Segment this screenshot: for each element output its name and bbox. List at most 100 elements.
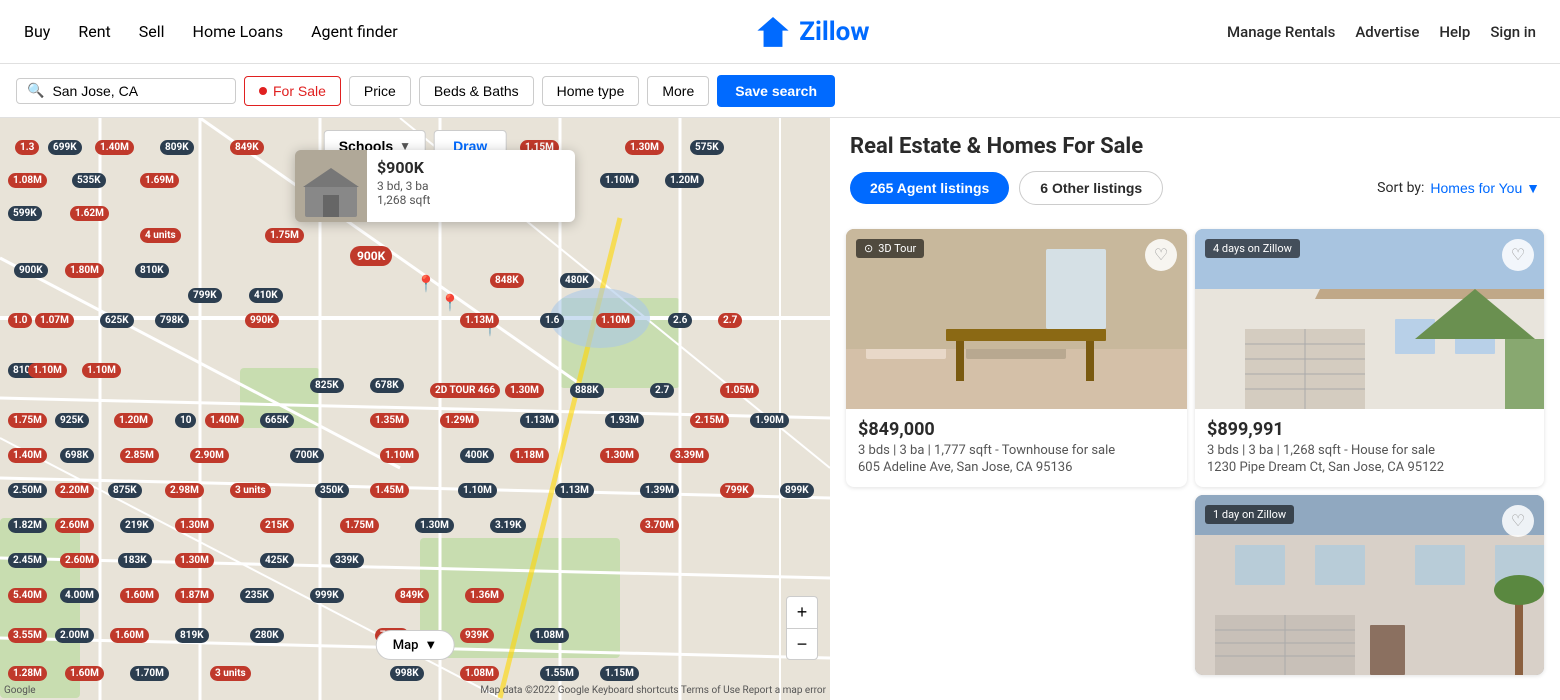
price-marker[interactable]: 350K	[315, 483, 349, 498]
price-marker[interactable]: 678K	[370, 378, 404, 393]
price-marker[interactable]: 1.70M	[130, 666, 169, 681]
price-marker[interactable]: 400K	[460, 448, 494, 463]
price-marker[interactable]: 809K	[160, 140, 194, 155]
price-marker[interactable]: 2D TOUR 466	[430, 383, 500, 398]
price-marker[interactable]: 1.20M	[114, 413, 153, 428]
price-marker[interactable]: 3.39M	[670, 448, 709, 463]
price-marker[interactable]: 1.08M	[8, 173, 47, 188]
price-marker[interactable]: 1.93M	[605, 413, 644, 428]
price-marker[interactable]: 3.55M	[8, 628, 47, 643]
price-marker[interactable]: 1.30M	[625, 140, 664, 155]
nav-sell[interactable]: Sell	[139, 22, 165, 41]
price-marker[interactable]: 10	[175, 413, 196, 428]
agent-listings-tab[interactable]: 265 Agent listings	[850, 172, 1009, 204]
price-marker[interactable]: 1.60M	[65, 666, 104, 681]
price-marker[interactable]: 2.98M	[165, 483, 204, 498]
price-marker[interactable]: 3.70M	[640, 518, 679, 533]
nav-help[interactable]: Help	[1439, 23, 1470, 41]
price-marker[interactable]: 699K	[48, 140, 82, 155]
listing-card-3[interactable]: 1 day on Zillow ♡	[1195, 495, 1544, 675]
price-marker[interactable]: 990K	[245, 313, 279, 328]
price-marker[interactable]: 1.10M	[380, 448, 419, 463]
nav-home-loans[interactable]: Home Loans	[193, 22, 284, 41]
price-marker[interactable]: 2.7	[650, 383, 674, 398]
price-marker[interactable]: 1.75M	[8, 413, 47, 428]
price-marker[interactable]: 1.69M	[140, 173, 179, 188]
price-marker[interactable]: 2.50M	[8, 483, 47, 498]
favorite-button-3[interactable]: ♡	[1502, 505, 1534, 537]
price-marker[interactable]: 999K	[310, 588, 344, 603]
price-marker[interactable]: 810K	[135, 263, 169, 278]
price-marker[interactable]: 1.08M	[460, 666, 499, 681]
map-area[interactable]: 1.3 699K 1.40M 809K 849K 897K 1.05M 1.15…	[0, 118, 830, 700]
price-marker[interactable]: 235K	[240, 588, 274, 603]
nav-agent-finder[interactable]: Agent finder	[311, 22, 398, 41]
listing-card[interactable]: ⊙ 3D Tour ♡ $849,000 3 bds | 3 ba | 1,77…	[846, 229, 1187, 487]
price-marker[interactable]: 1.6	[540, 313, 564, 328]
price-marker[interactable]: 1.05M	[720, 383, 759, 398]
other-listings-tab[interactable]: 6 Other listings	[1019, 171, 1163, 205]
price-marker[interactable]: 1.10M	[600, 173, 639, 188]
price-marker[interactable]: 2.20M	[55, 483, 94, 498]
price-marker[interactable]: 535K	[72, 173, 106, 188]
nav-advertise[interactable]: Advertise	[1355, 23, 1419, 41]
price-marker[interactable]: 1.87M	[175, 588, 214, 603]
price-marker[interactable]: 480K	[560, 273, 594, 288]
price-marker[interactable]: 1.55M	[540, 666, 579, 681]
price-marker[interactable]: 1.28M	[8, 666, 47, 681]
price-marker[interactable]: 1.40M	[95, 140, 134, 155]
price-marker[interactable]: 1.35M	[370, 413, 409, 428]
beds-baths-filter[interactable]: Beds & Baths	[419, 76, 534, 106]
price-marker[interactable]: 1.30M	[415, 518, 454, 533]
price-marker[interactable]: 1.08M	[530, 628, 569, 643]
price-marker[interactable]: 1.62M	[70, 206, 109, 221]
price-marker[interactable]: 410K	[249, 288, 283, 303]
price-marker[interactable]: 698K	[60, 448, 94, 463]
price-marker[interactable]: 1.40M	[205, 413, 244, 428]
save-search-button[interactable]: Save search	[717, 75, 835, 107]
price-marker[interactable]: 183K	[118, 553, 152, 568]
price-marker[interactable]: 939K	[460, 628, 494, 643]
price-marker[interactable]: 1.13M	[460, 313, 499, 328]
price-marker[interactable]: 339K	[330, 553, 364, 568]
price-marker[interactable]: 4 units	[140, 228, 181, 243]
price-marker[interactable]: 1.39M	[640, 483, 679, 498]
nav-manage-rentals[interactable]: Manage Rentals	[1227, 23, 1335, 41]
price-marker[interactable]: 3.19K	[490, 518, 526, 533]
price-marker[interactable]: 1.10M	[596, 313, 635, 328]
map-pin[interactable]: 📍	[440, 293, 460, 312]
zoom-out-button[interactable]: −	[786, 628, 818, 660]
price-marker[interactable]: 665K	[260, 413, 294, 428]
price-marker[interactable]: 1.60M	[120, 588, 159, 603]
price-marker[interactable]: 575K	[690, 140, 724, 155]
price-marker[interactable]: 1.30M	[175, 518, 214, 533]
listing-card-2[interactable]: 4 days on Zillow ♡ $899,991 3 bds | 3 ba…	[1195, 229, 1544, 487]
price-marker[interactable]: 1.15M	[600, 666, 639, 681]
price-marker[interactable]: 2.90M	[190, 448, 229, 463]
price-marker[interactable]: 899K	[780, 483, 814, 498]
price-marker[interactable]: 1.75M	[340, 518, 379, 533]
price-marker[interactable]: 1.36M	[465, 588, 504, 603]
price-marker[interactable]: 900K	[14, 263, 48, 278]
price-marker[interactable]: 798K	[155, 313, 189, 328]
price-marker[interactable]: 1.75M	[265, 228, 304, 243]
price-marker[interactable]: 3 units	[230, 483, 271, 498]
sort-select[interactable]: Homes for You ▼	[1430, 180, 1540, 196]
price-marker[interactable]: 1.20M	[665, 173, 704, 188]
price-marker[interactable]: 1.60M	[110, 628, 149, 643]
favorite-button-2[interactable]: ♡	[1502, 239, 1534, 271]
price-marker[interactable]: 4.00M	[60, 588, 99, 603]
price-marker[interactable]: 2.7	[718, 313, 742, 328]
nav-sign-in[interactable]: Sign in	[1490, 23, 1536, 41]
price-marker[interactable]: 2.6	[668, 313, 692, 328]
search-input[interactable]	[52, 83, 225, 99]
price-marker[interactable]: 2.60M	[55, 518, 94, 533]
price-marker[interactable]: 799K	[188, 288, 222, 303]
price-marker[interactable]: 1.0	[8, 313, 32, 328]
price-marker[interactable]: 3 units	[210, 666, 251, 681]
price-marker[interactable]: 1.82M	[8, 518, 47, 533]
price-marker[interactable]: 848K	[490, 273, 524, 288]
price-marker[interactable]: 1.40M	[8, 448, 47, 463]
home-type-filter[interactable]: Home type	[542, 76, 640, 106]
price-marker[interactable]: 799K	[720, 483, 754, 498]
